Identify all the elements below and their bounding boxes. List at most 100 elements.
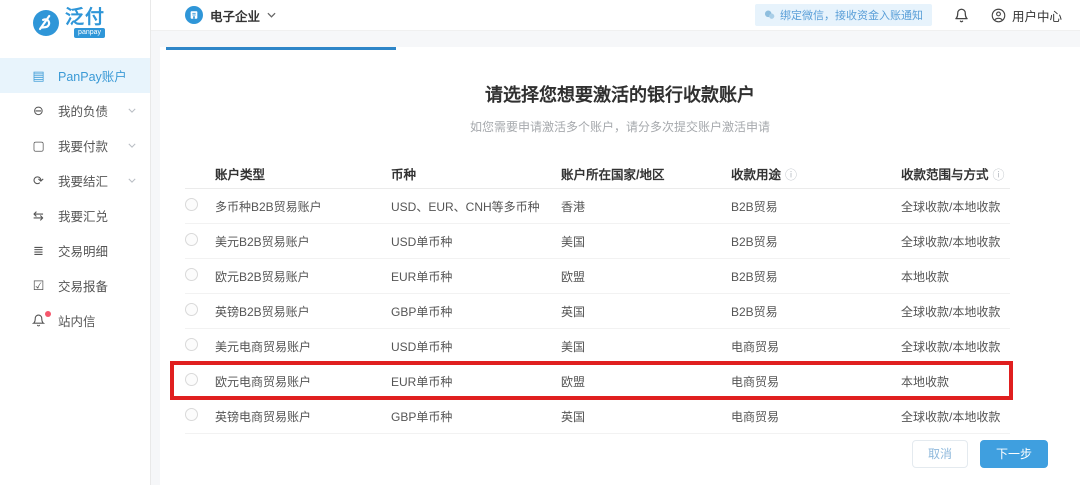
cell-scope: 全球收款/本地收款 [901,304,1001,319]
page-subtitle: 如您需要申请激活多个账户，请分多次提交账户激活申请 [469,120,770,134]
cell-purpose: 电商贸易 [731,409,780,424]
cell-type: 欧元电商贸易账户 [215,374,312,389]
cell-purpose: B2B贸易 [731,199,778,214]
column-header: 收款用途 ⓘ [731,168,798,182]
column-header: 币种 [391,168,417,182]
table-row-4[interactable]: 英镑B2B贸易账户 GBP单币种 英国 B2B贸易 全球收款/本地收款 [185,294,1010,329]
user-center-link[interactable]: 用户中心 [991,6,1062,25]
cell-currency: EUR单币种 [391,374,453,389]
cell-scope: 本地收款 [901,269,950,284]
exchange-icon: ⇆ [33,207,44,223]
sidebar-item-8[interactable]: 站内信 [0,303,150,338]
cancel-button[interactable]: 取消 [911,439,968,468]
row-radio-button[interactable] [185,408,198,421]
sidebar-item-6[interactable]: ≣ 交易明细 [0,233,150,268]
cell-purpose: 电商贸易 [731,374,780,389]
cell-currency: USD单币种 [391,339,453,354]
wechat-bind-banner[interactable]: 绑定微信，接收资金入账通知 [754,4,932,26]
table-row-2[interactable]: 美元B2B贸易账户 USD单币种 美国 B2B贸易 全球收款/本地收款 [185,224,1010,259]
cell-purpose: B2B贸易 [731,269,778,284]
sidebar-item-2[interactable]: ⊖ 我的负债 [0,93,150,128]
sidebar-item-label: 我要汇兑 [58,210,109,224]
company-switcher[interactable]: 电子企业 [185,6,276,25]
sidebar-item-1[interactable]: ▤ PanPay账户 [0,58,150,93]
company-name: 电子企业 [210,9,261,24]
page-title: 请选择您想要激活的银行收款账户 [485,85,755,105]
table-row-1[interactable]: 多币种B2B贸易账户 USD、EUR、CNH等多币种 香港 B2B贸易 全球收款/本地收… [185,189,1010,224]
content-card: 请选择您想要激活的银行收款账户 如您需要申请激活多个账户，请分多次提交账户激活申… [160,47,1080,485]
cell-type: 英镑B2B贸易账户 [215,304,310,319]
row-radio-button[interactable] [185,198,198,211]
progress-track [160,47,1080,50]
table-row-5[interactable]: 美元电商贸易账户 USD单币种 美国 电商贸易 全球收款/本地收款 [185,329,1010,364]
row-radio-button[interactable] [185,303,198,316]
list-icon: ≣ [33,242,44,258]
cell-country: 美国 [561,339,586,354]
sidebar-item-label: 我的负债 [58,105,109,119]
cell-currency: USD单币种 [391,234,453,249]
sidebar-item-label: PanPay账户 [58,70,127,84]
cell-type: 英镑电商贸易账户 [215,409,312,424]
row-radio-button[interactable] [185,373,198,386]
table-row-6[interactable]: 欧元电商贸易账户 EUR单币种 欧盟 电商贸易 本地收款 [170,361,1013,400]
cell-purpose: B2B贸易 [731,234,778,249]
table-header: 账户类型 币种 账户所在国家/地区 收款用途 ⓘ 收款范围与方式 ⓘ [185,159,1010,189]
calendar-check-icon: ☑ [32,277,45,293]
cell-purpose: B2B贸易 [731,304,778,319]
cell-country: 美国 [561,234,586,249]
brand-subname: panpay [74,28,106,38]
cell-country: 英国 [561,304,586,319]
refresh-icon: ⟳ [33,172,44,188]
row-radio-button[interactable] [185,233,198,246]
sidebar-item-label: 我要结汇 [58,175,109,189]
info-icon[interactable]: ⓘ [993,168,1005,182]
cell-scope: 全球收款/本地收款 [901,234,1001,249]
wallet-icon: ▢ [32,137,45,153]
user-icon [991,8,1006,23]
cell-scope: 全球收款/本地收款 [901,339,1001,354]
row-radio-button[interactable] [185,338,198,351]
chevron-down-icon [267,12,276,18]
chevron-down-icon [128,108,136,113]
panpay-logo-icon [33,10,59,36]
wechat-icon [764,10,775,20]
cell-type: 美元B2B贸易账户 [215,234,310,249]
minus-circle-icon: ⊖ [33,102,44,118]
sidebar-item-label: 交易报备 [58,280,109,294]
sidebar-item-4[interactable]: ⟳ 我要结汇 [0,163,150,198]
sidebar-menu: ▤ PanPay账户 ⊖ 我的负债 ▢ 我要付款 ⟳ 我要结汇 ⇆ 我要汇兑 ≣ 交易明细 ☑ 交易报备站… [0,46,150,338]
column-header: 收款范围与方式 ⓘ [901,168,1005,182]
table-row-7[interactable]: 英镑电商贸易账户 GBP单币种 英国 电商贸易 全球收款/本地收款 [185,399,1010,434]
topbar: 电子企业 绑定微信，接收资金入账通知 用户中心 [151,0,1080,31]
table-row-3[interactable]: 欧元B2B贸易账户 EUR单币种 欧盟 B2B贸易 本地收款 [185,259,1010,294]
wechat-banner-text: 绑定微信，接收资金入账通知 [779,10,923,22]
column-header: 账户所在国家/地区 [561,168,665,182]
cell-type: 多币种B2B贸易账户 [215,199,322,214]
sidebar-item-label: 交易明细 [58,245,109,259]
notification-bell-icon[interactable] [954,8,969,23]
cell-currency: EUR单币种 [391,269,453,284]
brand-name: 泛付 [65,7,106,28]
cell-type: 美元电商贸易账户 [215,339,312,354]
next-step-button[interactable]: 下一步 [979,439,1048,468]
user-center-label: 用户中心 [1011,9,1062,24]
chevron-down-icon [128,178,136,183]
cell-currency: GBP单币种 [391,304,453,319]
column-header: 账户类型 [215,168,266,182]
sidebar-item-5[interactable]: ⇆ 我要汇兑 [0,198,150,233]
card-icon: ▤ [32,67,45,83]
sidebar-item-7[interactable]: ☑ 交易报备 [0,268,150,303]
chevron-down-icon [128,143,136,148]
table-body: 多币种B2B贸易账户 USD、EUR、CNH等多币种 香港 B2B贸易 全球收款/本地收… [170,189,1013,434]
cell-scope: 全球收款/本地收款 [901,409,1001,424]
row-radio-button[interactable] [185,268,198,281]
cell-country: 欧盟 [561,374,586,389]
cell-type: 欧元B2B贸易账户 [215,269,310,284]
cell-country: 香港 [561,199,586,214]
info-icon[interactable]: ⓘ [785,168,797,182]
brand-logo[interactable]: 泛付 panpay [0,0,150,46]
sidebar-item-label: 我要付款 [58,140,109,154]
cell-country: 欧盟 [561,269,586,284]
sidebar-item-3[interactable]: ▢ 我要付款 [0,128,150,163]
company-avatar-icon [185,6,203,24]
